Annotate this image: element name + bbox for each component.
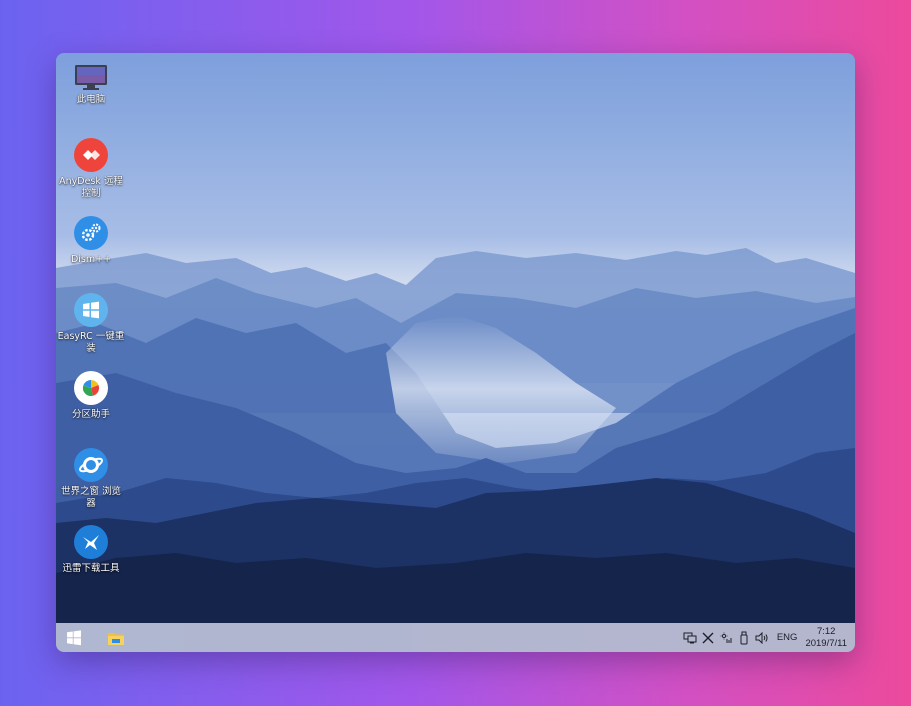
taskbar: ENG 7:12 2019/7/11	[56, 623, 855, 652]
tray-x[interactable]	[699, 623, 717, 652]
windows-logo-icon	[74, 293, 108, 327]
desktop-icon-label: AnyDesk 远程控制	[59, 176, 123, 199]
tray-usb[interactable]	[735, 623, 753, 652]
windows-start-icon	[67, 629, 81, 645]
desktop-icon-xunlei[interactable]: 迅雷下载工具	[56, 524, 126, 575]
tray-brightness[interactable]	[717, 623, 735, 652]
system-tray: ENG 7:12 2019/7/11	[681, 623, 855, 652]
desktop-icon-label: 世界之窗 浏览器	[60, 486, 122, 509]
desktop-window: 此电脑 AnyDesk 远程控制 Dism++ EasyRC 一键重装 分区助手…	[56, 53, 855, 652]
monitor-icon	[75, 65, 107, 90]
clock-date: 2019/7/11	[805, 637, 847, 649]
usb-icon	[740, 631, 748, 644]
mountain-wallpaper	[56, 53, 855, 623]
bird-icon	[74, 525, 108, 559]
desktop-icon-theworld[interactable]: 世界之窗 浏览器	[56, 447, 126, 509]
desktop-icon-anydesk[interactable]: AnyDesk 远程控制	[56, 137, 126, 199]
brightness-icon	[720, 632, 732, 643]
language-indicator[interactable]: ENG	[777, 632, 798, 643]
desktop-icon-easyrc[interactable]: EasyRC 一键重装	[56, 292, 126, 354]
volume-icon	[755, 631, 768, 644]
folder-icon	[108, 632, 124, 645]
desktop-icon-label: EasyRC 一键重装	[57, 331, 125, 354]
pie-chart-icon	[74, 371, 108, 405]
desktop-icon-label: 分区助手	[71, 409, 110, 420]
desktop-icon-label: 迅雷下载工具	[62, 563, 120, 574]
clock-time: 7:12	[816, 625, 836, 637]
tray-network[interactable]	[681, 623, 699, 652]
tray-volume[interactable]	[753, 623, 771, 652]
desktop-icon-dism[interactable]: Dism++	[56, 215, 126, 266]
anydesk-icon	[74, 138, 108, 172]
desktop-icon-label: Dism++	[70, 254, 112, 265]
desktop-icon-partition[interactable]: 分区助手	[56, 370, 126, 421]
gears-icon	[74, 216, 108, 250]
page-background: { "desktop": { "icons": [ {"id": "this-p…	[0, 0, 911, 706]
desktop-icon-this-pc[interactable]: 此电脑	[56, 63, 126, 106]
start-button[interactable]	[59, 623, 89, 652]
desktop-icon-label: 此电脑	[76, 94, 106, 105]
taskbar-clock[interactable]: 7:12 2019/7/11	[805, 626, 847, 650]
x-icon	[702, 632, 714, 643]
taskbar-file-explorer[interactable]	[101, 623, 131, 652]
browser-globe-icon	[74, 448, 108, 482]
network-icon	[683, 632, 697, 643]
